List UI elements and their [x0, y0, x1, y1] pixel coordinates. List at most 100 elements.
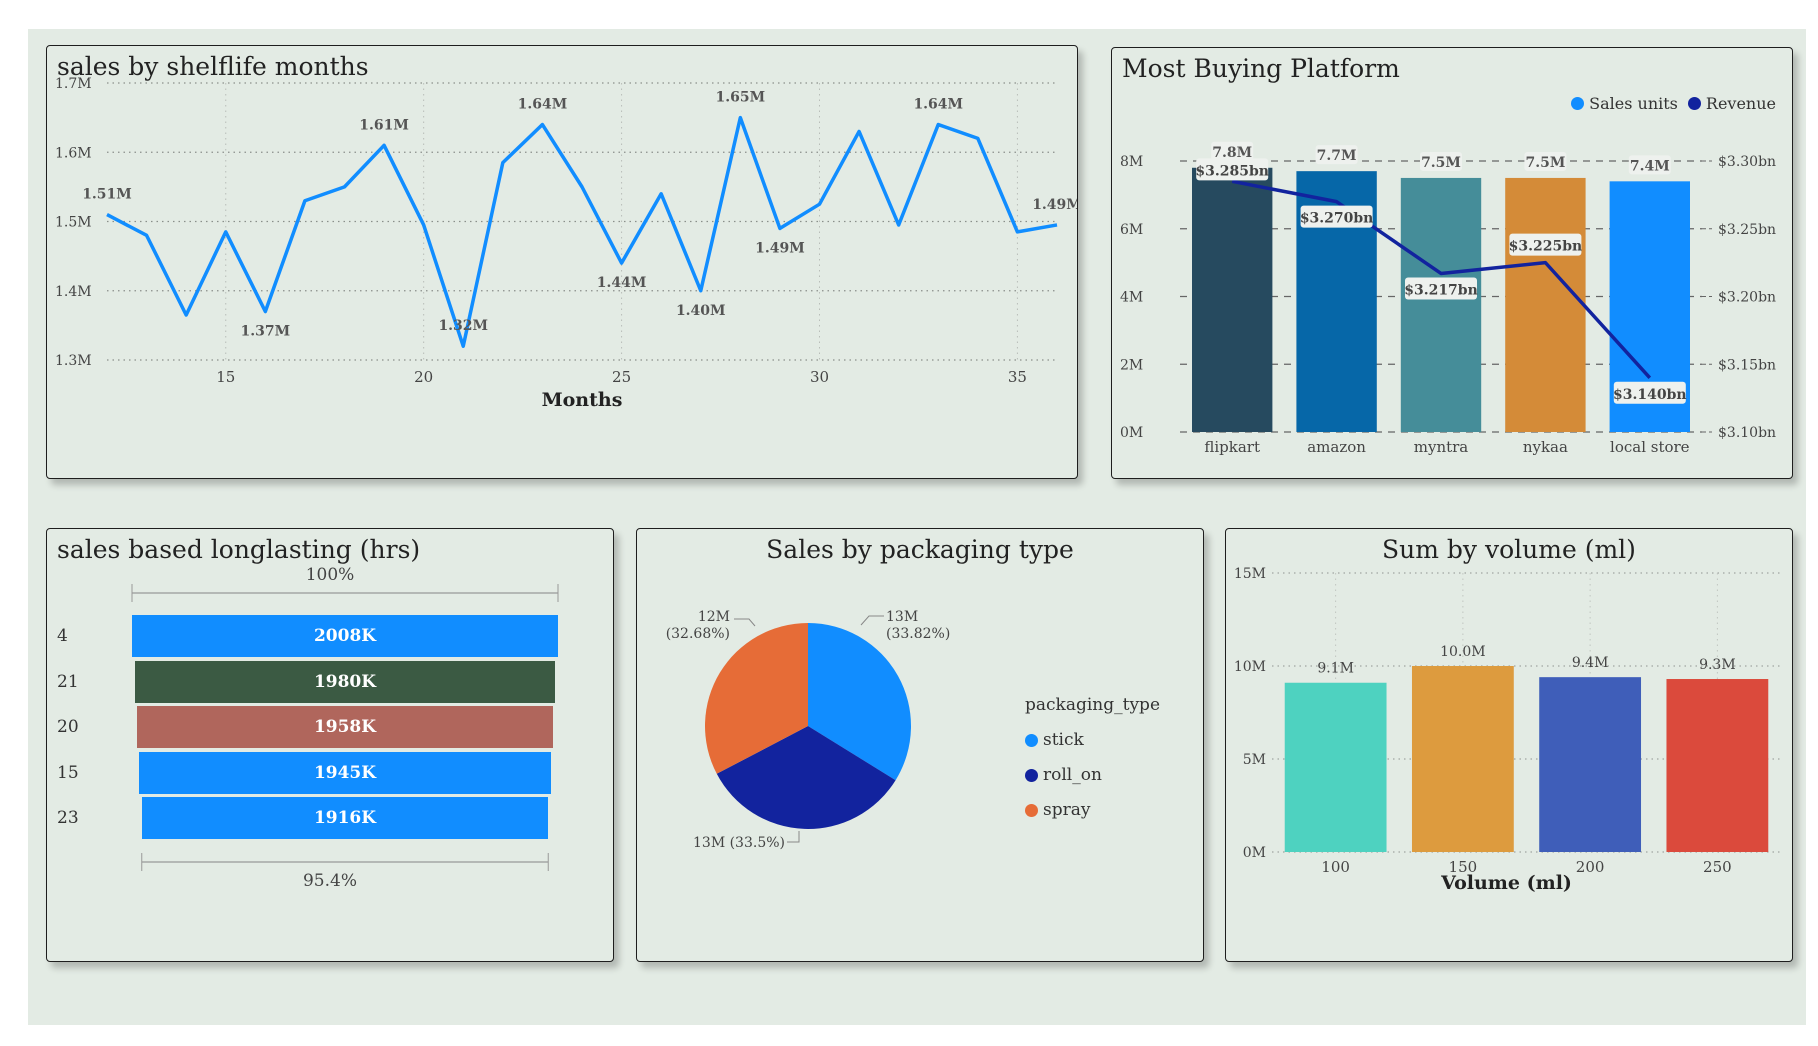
bar-data-label: 7.4M — [1630, 158, 1670, 174]
y-tick-label: 6M — [1120, 222, 1143, 238]
y-tick-label: 0M — [1243, 845, 1266, 861]
y2-tick-label: $3.25bn — [1718, 222, 1776, 238]
packaging-chart-panel[interactable]: Sales by packaging type 13M (33.82%) 13M (… — [636, 528, 1204, 962]
platform-bar — [1192, 167, 1273, 432]
bar-data-label: 9.3M — [1699, 657, 1736, 673]
y-tick-label: 1.4M — [55, 284, 92, 300]
y2-tick-label: $3.15bn — [1718, 357, 1776, 373]
volume-bar — [1539, 677, 1642, 852]
data-label: 1.40M — [676, 303, 726, 319]
platform-bar — [1400, 177, 1482, 432]
y-tick-label: 5M — [1243, 752, 1266, 768]
x-tick-label: myntra — [1414, 438, 1469, 456]
volume-chart-panel[interactable]: Sum by volume (ml) 0M 5M 10M 15M 9.1M 100 10.0… — [1225, 528, 1793, 962]
y-tick-label: 4M — [1120, 290, 1143, 306]
data-label: 1.49M — [1032, 197, 1078, 213]
leader-line — [860, 615, 884, 626]
x-tick-label: 15 — [216, 368, 235, 386]
x-tick-label: flipkart — [1204, 438, 1260, 456]
revenue-data-label: $3.217bn — [1404, 282, 1478, 298]
platform-chart-panel[interactable]: Most Buying Platform Sales units Revenue… — [1111, 47, 1793, 479]
revenue-data-label: $3.270bn — [1300, 211, 1374, 227]
data-label: 1.49M — [755, 240, 805, 256]
longlasting-bar: 1916K — [141, 797, 549, 839]
bar-data-label: 7.5M — [1421, 155, 1461, 171]
category-label: 15 — [57, 762, 79, 783]
leader-line — [734, 618, 756, 627]
bar-data-label: 10.0M — [1440, 644, 1486, 660]
x-tick-label: local store — [1610, 438, 1690, 456]
category-label: 4 — [57, 626, 68, 646]
y-tick-label: 0M — [1120, 425, 1143, 441]
shelflife-chart-panel[interactable]: sales by shelflife months 1.3M 1.4M 1.5M 1.… — [46, 45, 1078, 479]
x-tick-label: 20 — [414, 368, 433, 386]
legend-item-roll-on[interactable]: roll_on — [1025, 765, 1160, 785]
slice-data-label: (32.68%) — [666, 626, 730, 642]
x-tick-label: 250 — [1703, 858, 1732, 876]
leader-line — [787, 831, 800, 843]
legend-label-roll-on: roll_on — [1043, 765, 1102, 785]
slice-data-label: 13M (33.5%) — [693, 835, 785, 851]
category-label: 23 — [57, 808, 79, 828]
data-label: 1.44M — [597, 275, 647, 291]
x-tick-label: 35 — [1008, 368, 1027, 386]
legend-label-stick: stick — [1043, 730, 1084, 750]
x-tick-label: 100 — [1321, 858, 1350, 876]
data-label: 1.65M — [716, 90, 766, 106]
platform-combo-chart: 0M 2M 4M 6M 8M $3.10bn $3.15bn $3.20bn $3.25bn $3… — [1120, 141, 1776, 456]
spray-swatch — [1025, 803, 1038, 817]
roll-on-swatch — [1025, 768, 1038, 782]
slice-data-label: (33.82%) — [886, 626, 950, 642]
volume-bar — [1666, 679, 1769, 852]
x-tick-label: amazon — [1307, 438, 1366, 456]
x-tick-label: nykaa — [1523, 438, 1568, 456]
data-label: 1.64M — [913, 97, 963, 113]
longlasting-bar: 1945K — [138, 751, 552, 794]
x-axis-title: Volume (ml) — [1440, 872, 1572, 894]
revenue-data-label: $3.285bn — [1195, 163, 1269, 179]
y-tick-label: 1.6M — [55, 145, 92, 161]
bar-data-label: 7.5M — [1525, 155, 1565, 171]
x-tick-label: 30 — [810, 368, 829, 386]
longlasting-bar: 1980K — [134, 660, 556, 703]
legend-title: packaging_type — [1025, 695, 1161, 715]
bar-data-label: 9.4M — [1572, 655, 1609, 671]
data-label: 1.37M — [241, 324, 291, 340]
longlasting-bar: 1958K — [137, 706, 553, 748]
shelflife-line-chart: 1.3M 1.4M 1.5M 1.6M 1.7M 15 20 25 30 35 Months 1.51… — [55, 76, 1078, 411]
bar-data-label: 9.1M — [1317, 661, 1354, 677]
y-tick-label: 15M — [1234, 566, 1266, 582]
y-tick-label: 10M — [1234, 659, 1266, 675]
y-tick-label: 2M — [1120, 357, 1143, 373]
bottom-percent-label: 95.4% — [302, 871, 357, 891]
volume-bar — [1284, 682, 1387, 852]
longlasting-chart-panel[interactable]: sales based longlasting (hrs) 100% 95.4%… — [46, 528, 614, 962]
y-tick-label: 8M — [1120, 154, 1143, 170]
packaging-legend: packaging_type stick roll_on spray — [1025, 695, 1160, 820]
volume-bar-chart: 0M5M10M15M9.1M10010.0M1509.4M2009.3M250V… — [1234, 566, 1781, 894]
data-label: 1.64M — [518, 97, 568, 113]
x-tick-label: 25 — [612, 368, 631, 386]
top-percent-label: 100% — [305, 565, 355, 585]
data-label: 1.32M — [438, 318, 488, 334]
legend-item-stick[interactable]: stick — [1025, 730, 1160, 750]
shelflife-series-line — [106, 115, 1058, 348]
x-tick-label: 200 — [1576, 858, 1605, 876]
legend-label-spray: spray — [1043, 800, 1091, 820]
y2-tick-label: $3.30bn — [1718, 154, 1776, 170]
y-tick-label: 1.3M — [55, 353, 92, 369]
bar-data-label: 7.7M — [1317, 148, 1357, 164]
data-label: 1.51M — [82, 187, 132, 203]
category-label: 20 — [57, 717, 79, 737]
category-label: 21 — [57, 671, 79, 692]
revenue-data-label: $3.140bn — [1613, 387, 1687, 403]
longlasting-bar: 2008K — [132, 615, 558, 657]
data-label: 1.61M — [359, 117, 409, 133]
platform-bar — [1505, 177, 1586, 432]
x-axis-title: Months — [542, 389, 623, 411]
revenue-data-label: $3.225bn — [1509, 239, 1583, 255]
stick-swatch — [1025, 733, 1038, 747]
y-tick-label: 1.7M — [55, 76, 92, 92]
slice-data-label: 12M — [698, 609, 730, 625]
legend-item-spray[interactable]: spray — [1025, 800, 1160, 820]
